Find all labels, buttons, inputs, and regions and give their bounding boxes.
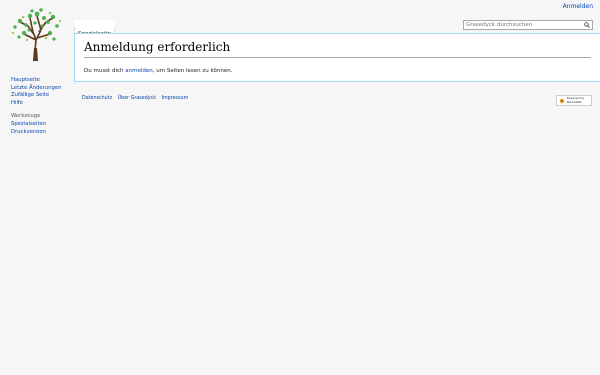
footer: Datenschutz Über Grasedyck Impressum Pow… [82,95,592,106]
footer-link-privacy[interactable]: Datenschutz [82,96,112,101]
powered-by-text: Powered by MediaWiki [566,96,585,104]
search-button[interactable] [582,21,591,29]
sidebar-item-special-pages[interactable]: Spezialseiten [11,121,61,129]
site-logo[interactable] [6,4,66,62]
sidebar-item-main-page[interactable]: Hauptseite [11,77,61,85]
mediawiki-logo-icon [559,98,565,103]
page-title: Anmeldung erforderlich [84,40,591,58]
login-link-inline[interactable]: anmelden [125,68,153,74]
message-text-before: Du musst dich [84,68,126,74]
login-link[interactable]: Anmelden [563,3,593,10]
sidebar-item-recent-changes[interactable]: Letzte Änderungen [11,85,61,93]
search-box [463,20,593,30]
sidebar-item-random-page[interactable]: Zufällige Seite [11,92,61,100]
search-icon [583,22,590,28]
namespace-tabs: Spezialseite [74,20,115,39]
footer-link-imprint[interactable]: Impressum [162,96,189,101]
tree-logo-icon [11,8,62,62]
tools-heading: Werkzeuge [11,113,41,120]
footer-link-about[interactable]: Über Grasedyck [118,96,156,101]
navigation-portlet: Hauptseite Letzte Änderungen Zufällige S… [11,77,61,107]
sidebar-item-help[interactable]: Hilfe [11,100,61,108]
content-area: Anmeldung erforderlich Du musst dich anm… [74,33,600,82]
powered-by-badge[interactable]: Powered by MediaWiki [556,95,592,106]
login-required-message: Du musst dich anmelden, um Seiten lesen … [84,68,591,74]
message-text-after: , um Seiten lesen zu können. [152,68,233,74]
sidebar: Hauptseite Letzte Änderungen Zufällige S… [11,77,61,136]
sidebar-item-print-version[interactable]: Druckversion [11,129,61,137]
tools-portlet: Werkzeuge Spezialseiten Druckversion [11,113,61,136]
personal-tools: Anmelden [563,3,593,10]
search-input[interactable] [464,21,578,29]
